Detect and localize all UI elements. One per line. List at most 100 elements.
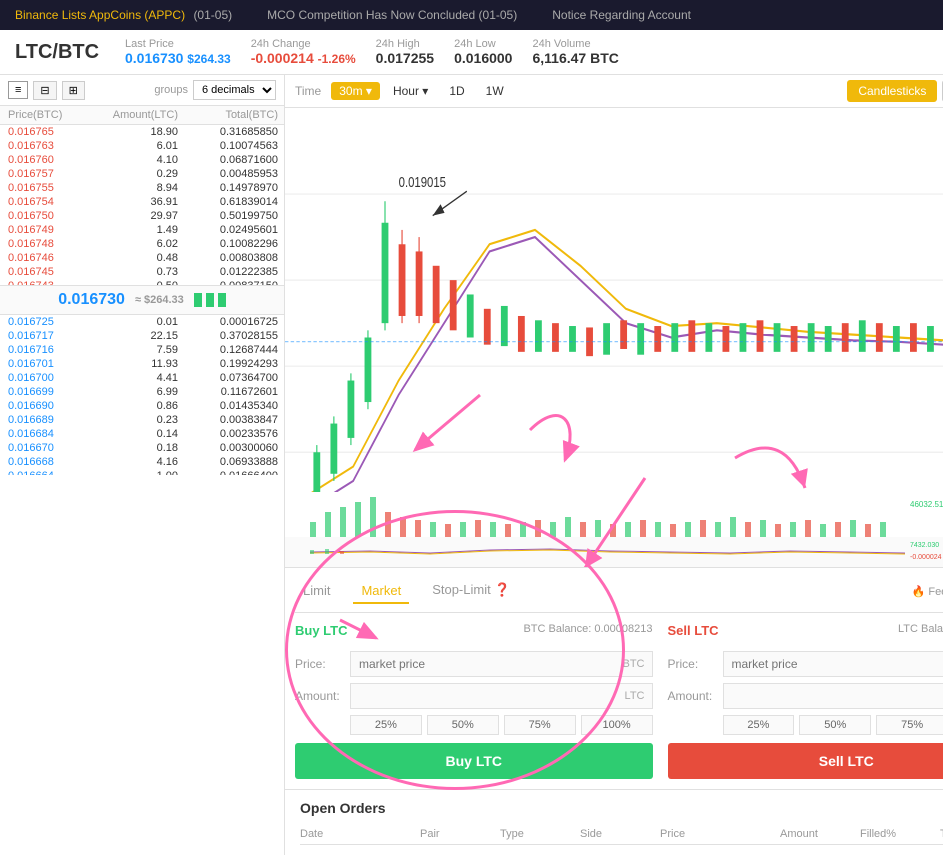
candlesticks-btn[interactable]: Candlesticks bbox=[847, 80, 937, 102]
sell-price-label: Price: bbox=[668, 657, 723, 671]
sell-panel-title: Sell LTC bbox=[668, 623, 719, 638]
sell-order-row: 0.0167460.480.00803808 bbox=[0, 251, 284, 265]
sell-order-row: 0.01675029.970.50199750 bbox=[0, 209, 284, 223]
open-orders-header: DatePairTypeSidePriceAmountFilled%Total bbox=[300, 824, 943, 845]
buy-pct-buttons: 25% 50% 75% 100% bbox=[350, 715, 653, 735]
open-orders-title: Open Orders bbox=[300, 800, 943, 816]
last-price-label: Last Price bbox=[125, 38, 231, 50]
volume-value: 6,116.47 BTC bbox=[532, 50, 618, 66]
time-btn-1d[interactable]: 1D bbox=[441, 82, 472, 100]
tab-limit[interactable]: Limit bbox=[295, 579, 338, 604]
buy-order-row: 0.0166840.140.00233576 bbox=[0, 427, 284, 441]
volume-label: 24h Volume bbox=[532, 38, 618, 50]
buy-amount-row: Amount: LTC bbox=[295, 683, 653, 709]
buy-price-input[interactable] bbox=[350, 651, 653, 677]
chart-canvas: 0.019015 bbox=[285, 108, 943, 567]
spread-price: 0.016730 ≈ $264.33 bbox=[0, 285, 284, 315]
sell-25pct[interactable]: 25% bbox=[723, 715, 795, 735]
ticker-item-1: Binance Lists AppCoins (APPC) (01-05) bbox=[15, 8, 237, 22]
buy-order-row: 0.0166996.990.11672601 bbox=[0, 385, 284, 399]
oo-col-header: Price bbox=[660, 828, 780, 840]
stat-last-price: Last Price 0.016730 $264.33 bbox=[125, 38, 231, 66]
chart-type-buttons: Candlesticks Depth ⤢ bbox=[847, 80, 943, 102]
high-value: 0.017255 bbox=[376, 50, 434, 66]
pair-name: LTC/BTC bbox=[15, 41, 100, 64]
buy-order-row: 0.0166684.160.06933888 bbox=[0, 455, 284, 469]
sell-order-row: 0.0167604.100.06871600 bbox=[0, 153, 284, 167]
buy-order-row: 0.01670111.930.19924293 bbox=[0, 357, 284, 371]
stat-24h-high: 24h High 0.017255 bbox=[376, 38, 434, 66]
ticker-item-3: Notice Regarding Account bbox=[552, 8, 691, 22]
buy-order-row: 0.0167004.410.07364700 bbox=[0, 371, 284, 385]
buy-amount-label: Amount: bbox=[295, 689, 350, 703]
buy-orders: 0.0167250.010.000167250.01671722.150.370… bbox=[0, 315, 284, 475]
tab-market[interactable]: Market bbox=[353, 579, 409, 604]
oo-col-header: Filled% bbox=[860, 828, 940, 840]
oo-col-header: Type bbox=[500, 828, 580, 840]
groups-label: groups bbox=[154, 84, 188, 96]
svg-text:-0.000024: -0.000024 bbox=[910, 554, 942, 561]
sell-submit-btn[interactable]: Sell LTC bbox=[668, 743, 943, 779]
buy-order-row: 0.0166900.860.01435340 bbox=[0, 399, 284, 413]
ticker-item-2: MCO Competition Has Now Concluded (01-05… bbox=[267, 8, 522, 22]
change-value: -0.000214 -1.26% bbox=[251, 50, 356, 66]
sell-order-row: 0.0167486.020.10082296 bbox=[0, 237, 284, 251]
col-amount: Amount(LTC) bbox=[98, 109, 178, 121]
ob-column-headers: Price(BTC) Amount(LTC) Total(BTC) bbox=[0, 106, 284, 125]
buy-order-row: 0.0166890.230.00383847 bbox=[0, 413, 284, 427]
sell-order-row: 0.01676518.900.31685850 bbox=[0, 125, 284, 139]
fee-info: 🔥 Fee: 0.10% 0.050% bbox=[912, 585, 943, 598]
buy-price-label: Price: bbox=[295, 657, 350, 671]
buy-order-row: 0.0166700.180.00300060 bbox=[0, 441, 284, 455]
sell-amount-label: Amount: bbox=[668, 689, 723, 703]
stat-24h-change: 24h Change -0.000214 -1.26% bbox=[251, 38, 356, 66]
buy-order-row: 0.01671722.150.37028155 bbox=[0, 329, 284, 343]
sell-order-row: 0.0167636.010.10074563 bbox=[0, 139, 284, 153]
ob-view-btn-3[interactable]: ⊞ bbox=[62, 81, 85, 100]
ob-view-btn-1[interactable]: ≡ bbox=[8, 81, 28, 99]
buy-panel: Buy LTC BTC Balance: 0.00008213 Price: B… bbox=[295, 623, 653, 779]
open-orders-section: Open Orders DatePairTypeSidePriceAmountF… bbox=[285, 789, 943, 855]
buy-75pct[interactable]: 75% bbox=[504, 715, 576, 735]
buy-price-row: Price: BTC bbox=[295, 651, 653, 677]
time-btn-1w[interactable]: 1W bbox=[478, 82, 512, 100]
oo-col-header: Amount bbox=[780, 828, 860, 840]
sell-amount-input[interactable] bbox=[723, 683, 943, 709]
chart-area: Time 30m ▾ Hour ▾ 1D 1W Candlesticks Dep… bbox=[285, 75, 943, 855]
sell-orders: 0.01676518.900.316858500.0167636.010.100… bbox=[0, 125, 284, 285]
buy-submit-btn[interactable]: Buy LTC bbox=[295, 743, 653, 779]
sell-order-row: 0.0167491.490.02495601 bbox=[0, 223, 284, 237]
sell-panel: Sell LTC LTC Balance: 0.00121500 Price: … bbox=[668, 623, 943, 779]
tab-stop-limit[interactable]: Stop-Limit ❓ bbox=[424, 578, 518, 604]
sell-order-row: 0.0167558.940.14978970 bbox=[0, 181, 284, 195]
ob-view-btn-2[interactable]: ⊟ bbox=[33, 81, 56, 100]
sell-order-row: 0.0167450.730.01222385 bbox=[0, 265, 284, 279]
order-tabs: Limit Market Stop-Limit ❓ 🔥 Fee: 0.10% 0… bbox=[295, 578, 943, 613]
sell-order-row: 0.01675436.910.61839014 bbox=[0, 195, 284, 209]
sell-balance: LTC Balance: 0.00121500 bbox=[898, 623, 943, 643]
buy-100pct[interactable]: 100% bbox=[581, 715, 653, 735]
col-total: Total(BTC) bbox=[178, 109, 278, 121]
buy-price-currency: BTC bbox=[623, 658, 645, 670]
time-label: Time bbox=[295, 84, 321, 98]
buy-25pct[interactable]: 25% bbox=[350, 715, 422, 735]
decimals-select[interactable]: 6 decimals bbox=[193, 80, 276, 100]
order-book: ≡ ⊟ ⊞ groups 6 decimals Price(BTC) Amoun… bbox=[0, 75, 285, 855]
last-price-value: 0.016730 $264.33 bbox=[125, 50, 231, 66]
buy-50pct[interactable]: 50% bbox=[427, 715, 499, 735]
ob-toolbar: ≡ ⊟ ⊞ groups 6 decimals bbox=[0, 75, 284, 106]
trading-form: Limit Market Stop-Limit ❓ 🔥 Fee: 0.10% 0… bbox=[285, 567, 943, 789]
time-btn-hour[interactable]: Hour ▾ bbox=[385, 82, 436, 100]
buy-balance: BTC Balance: 0.00008213 bbox=[523, 623, 652, 643]
buy-panel-title: Buy LTC bbox=[295, 623, 347, 638]
sell-50pct[interactable]: 50% bbox=[799, 715, 871, 735]
oo-col-header: Pair bbox=[420, 828, 500, 840]
svg-text:7432.030: 7432.030 bbox=[910, 542, 939, 549]
volume-chart: 46032.51 bbox=[285, 492, 943, 537]
time-btn-30m[interactable]: 30m ▾ bbox=[331, 82, 380, 100]
svg-text:0.019015: 0.019015 bbox=[399, 174, 446, 191]
sell-price-row: Price: BTC bbox=[668, 651, 943, 677]
sell-price-input[interactable] bbox=[723, 651, 943, 677]
buy-amount-input[interactable] bbox=[350, 683, 653, 709]
sell-75pct[interactable]: 75% bbox=[876, 715, 943, 735]
